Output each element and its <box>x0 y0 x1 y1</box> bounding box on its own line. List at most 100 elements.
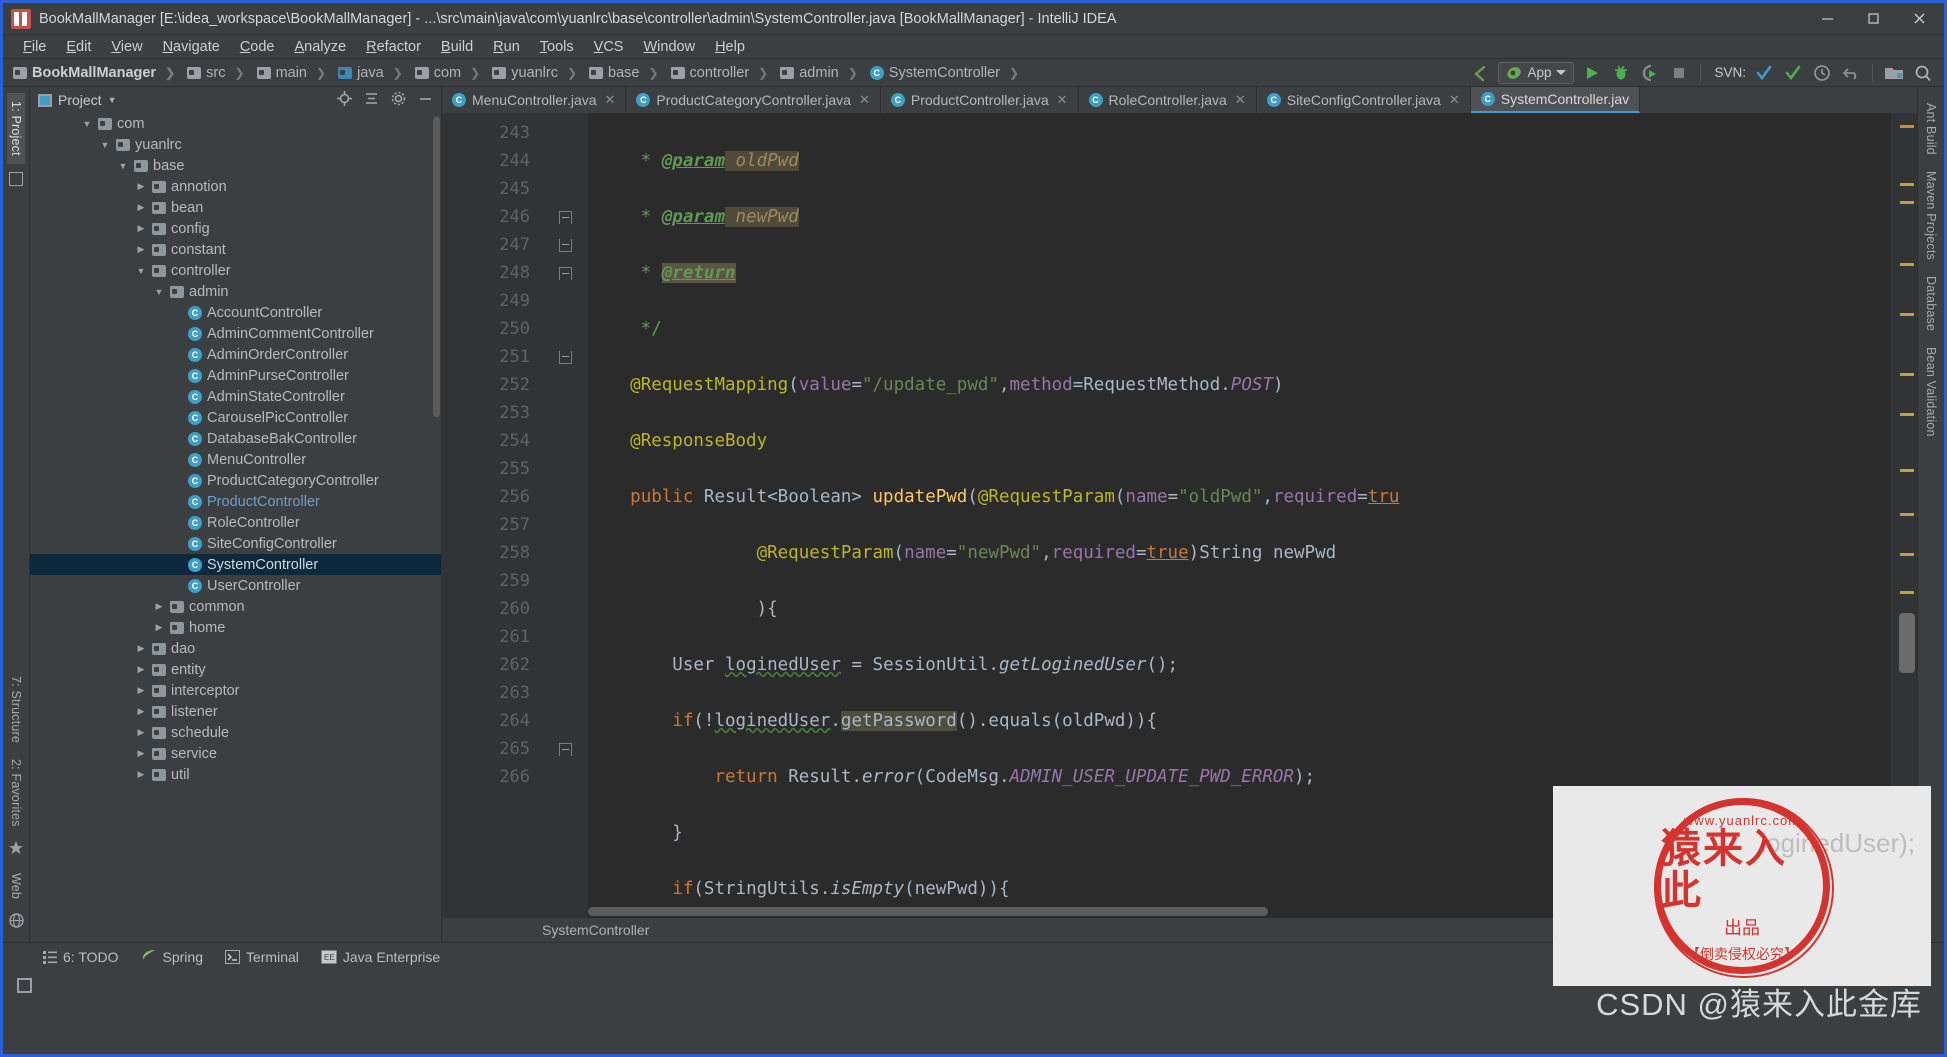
tree-item-adminstatecontroller[interactable]: C AdminStateController <box>30 386 441 407</box>
tree-item-com[interactable]: ▼ com <box>30 113 441 134</box>
tree-item-adminordercontroller[interactable]: C AdminOrderController <box>30 344 441 365</box>
tree-item-databasebakcontroller[interactable]: C DatabaseBakController <box>30 428 441 449</box>
sidebar-item-database[interactable]: Database <box>1922 268 1940 339</box>
tree-item-schedule[interactable]: ▶ schedule <box>30 722 441 743</box>
open-folder-icon[interactable] <box>1883 62 1905 84</box>
tree-twisty[interactable]: ▶ <box>153 622 165 633</box>
tree-item-carouselpiccontroller[interactable]: C CarouselPicController <box>30 407 441 428</box>
collapse-icon[interactable] <box>9 171 23 186</box>
fold-slot[interactable] <box>542 203 588 231</box>
expand-collapse-icon[interactable] <box>364 91 379 109</box>
tree-twisty[interactable]: ▼ <box>99 140 111 150</box>
project-tree[interactable]: ▼ com ▼ yuanlrc ▼ base ▶ annotion ▶ bean ▶ config ▶ c… <box>30 113 441 942</box>
svn-commit-icon[interactable] <box>1782 62 1804 84</box>
tree-item-interceptor[interactable]: ▶ interceptor <box>30 680 441 701</box>
hide-panel-icon[interactable] <box>418 91 433 109</box>
tree-item-usercontroller[interactable]: C UserController <box>30 575 441 596</box>
editor-tab-rolecontroller-java[interactable]: C RoleController.java ✕ <box>1079 87 1257 113</box>
tree-item-productcontroller[interactable]: C ProductController <box>30 491 441 512</box>
editor-tab-systemcontroller-jav[interactable]: C SystemController.jav <box>1470 87 1641 113</box>
tree-twisty[interactable]: ▶ <box>135 706 147 717</box>
sidebar-item-bean-validation[interactable]: Bean Validation <box>1922 339 1940 445</box>
tree-item-entity[interactable]: ▶ entity <box>30 659 441 680</box>
fold-slot[interactable] <box>542 427 588 455</box>
status-item-terminal[interactable]: Terminal <box>224 949 299 965</box>
editor-scrollbar-thumb[interactable] <box>1899 613 1915 673</box>
breadcrumb-item-bookmallmanager[interactable]: BookMallManager ❯ <box>9 63 183 83</box>
layout-toggle-icon[interactable] <box>17 977 32 993</box>
maximize-button[interactable] <box>1850 3 1896 35</box>
svn-update-icon[interactable] <box>1753 62 1775 84</box>
sidebar-item-project[interactable]: 1: Project <box>7 93 25 164</box>
tree-item-config[interactable]: ▶ config <box>30 218 441 239</box>
fold-slot[interactable] <box>542 231 588 259</box>
svn-rollback-icon[interactable] <box>1840 62 1862 84</box>
tree-twisty[interactable]: ▶ <box>135 244 147 255</box>
tree-item-annotion[interactable]: ▶ annotion <box>30 176 441 197</box>
fold-slot[interactable] <box>542 315 588 343</box>
menu-item-analyze[interactable]: Analyze <box>285 37 357 57</box>
tree-item-admin[interactable]: ▼ admin <box>30 281 441 302</box>
menu-item-vcs[interactable]: VCS <box>584 37 634 57</box>
breadcrumb-item-java[interactable]: java ❯ <box>334 63 411 83</box>
svn-history-icon[interactable] <box>1811 62 1833 84</box>
fold-slot[interactable] <box>542 511 588 539</box>
tree-item-productcategorycontroller[interactable]: C ProductCategoryController <box>30 470 441 491</box>
chevron-down-icon[interactable]: ▼ <box>108 95 117 105</box>
tree-item-siteconfigcontroller[interactable]: C SiteConfigController <box>30 533 441 554</box>
run-icon[interactable] <box>1581 62 1603 84</box>
editor-tab-productcontroller-java[interactable]: C ProductController.java ✕ <box>881 87 1079 113</box>
breadcrumb-item-systemcontroller[interactable]: C SystemController ❯ <box>866 63 1027 83</box>
tree-item-admincommentcontroller[interactable]: C AdminCommentController <box>30 323 441 344</box>
tree-item-rolecontroller[interactable]: C RoleController <box>30 512 441 533</box>
close-button[interactable] <box>1896 3 1942 35</box>
tree-item-dao[interactable]: ▶ dao <box>30 638 441 659</box>
breadcrumb-item-base[interactable]: base ❯ <box>585 63 667 83</box>
run-configuration-selector[interactable]: App <box>1498 61 1575 84</box>
stop-icon[interactable] <box>1668 62 1690 84</box>
menu-item-view[interactable]: View <box>101 37 152 57</box>
tree-item-yuanlrc[interactable]: ▼ yuanlrc <box>30 134 441 155</box>
fold-marker-icon[interactable] <box>558 742 572 756</box>
close-tab-icon[interactable]: ✕ <box>1235 92 1246 108</box>
sidebar-item-maven-projects[interactable]: Maven Projects <box>1922 163 1940 268</box>
search-everywhere-icon[interactable] <box>1912 62 1934 84</box>
sidebar-item-structure[interactable]: 7: Structure <box>7 668 25 751</box>
sidebar-item-web[interactable]: Web <box>7 865 25 907</box>
close-tab-icon[interactable]: ✕ <box>1449 92 1460 108</box>
breadcrumb-item-yuanlrc[interactable]: yuanlrc ❯ <box>488 63 585 83</box>
fold-slot[interactable] <box>542 707 588 735</box>
editor-horizontal-scrollbar[interactable] <box>588 907 1268 916</box>
tree-twisty[interactable]: ▶ <box>135 181 147 192</box>
menu-item-navigate[interactable]: Navigate <box>153 37 230 57</box>
menu-item-help[interactable]: Help <box>705 37 755 57</box>
editor-tab-siteconfigcontroller-java[interactable]: C SiteConfigController.java ✕ <box>1257 87 1471 113</box>
fold-slot[interactable] <box>542 679 588 707</box>
tree-twisty[interactable]: ▼ <box>135 266 147 276</box>
tree-item-util[interactable]: ▶ util <box>30 764 441 785</box>
tree-item-home[interactable]: ▶ home <box>30 617 441 638</box>
menu-item-file[interactable]: File <box>13 37 56 57</box>
tree-item-accountcontroller[interactable]: C AccountController <box>30 302 441 323</box>
menu-item-run[interactable]: Run <box>483 37 530 57</box>
tree-item-listener[interactable]: ▶ listener <box>30 701 441 722</box>
fold-gutter[interactable] <box>542 113 588 918</box>
fold-slot[interactable] <box>542 483 588 511</box>
status-item-java-enterprise[interactable]: EE Java Enterprise <box>321 949 440 965</box>
fold-slot[interactable] <box>542 287 588 315</box>
sidebar-item-favorites[interactable]: 2: Favorites <box>7 751 25 835</box>
fold-slot[interactable] <box>542 623 588 651</box>
settings-gear-icon[interactable] <box>391 91 406 109</box>
fold-slot[interactable] <box>542 763 588 791</box>
fold-slot[interactable] <box>542 651 588 679</box>
tree-twisty[interactable]: ▼ <box>81 119 93 129</box>
editor-tab-productcategorycontroller-java[interactable]: C ProductCategoryController.java ✕ <box>626 87 881 113</box>
breadcrumb-item-admin[interactable]: admin ❯ <box>776 63 866 83</box>
fold-slot[interactable] <box>542 259 588 287</box>
menu-item-edit[interactable]: Edit <box>56 37 101 57</box>
tree-twisty[interactable]: ▶ <box>135 202 147 213</box>
menu-item-build[interactable]: Build <box>431 37 483 57</box>
tree-twisty[interactable]: ▶ <box>135 748 147 759</box>
menu-item-refactor[interactable]: Refactor <box>356 37 431 57</box>
fold-slot[interactable] <box>542 371 588 399</box>
